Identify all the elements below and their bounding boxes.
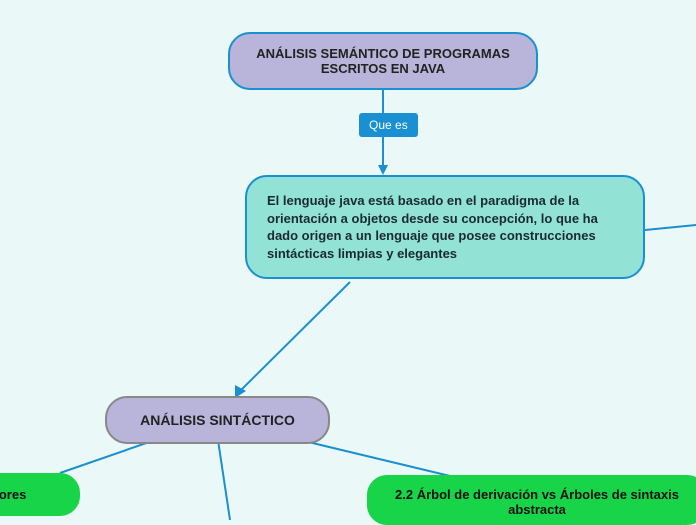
description-node-text: El lenguaje java está basado en el parad… [267, 193, 598, 261]
edge-label-que-es-text: Que es [369, 118, 408, 132]
description-node[interactable]: El lenguaje java está basado en el parad… [245, 175, 645, 279]
adores-node-text: adores [0, 487, 26, 502]
edge-label-que-es: Que es [359, 113, 418, 137]
root-node-title[interactable]: ANÁLISIS SEMÁNTICO DE PROGRAMAS ESCRITOS… [228, 32, 538, 90]
root-node-title-text: ANÁLISIS SEMÁNTICO DE PROGRAMAS ESCRITOS… [256, 46, 510, 76]
arbol-node[interactable]: 2.2 Árbol de derivación vs Árboles de si… [367, 475, 696, 525]
analysis-node-text: ANÁLISIS SINTÁCTICO [140, 412, 295, 428]
arbol-node-text: 2.2 Árbol de derivación vs Árboles de si… [395, 487, 679, 517]
analysis-node[interactable]: ANÁLISIS SINTÁCTICO [105, 396, 330, 444]
adores-node[interactable]: adores [0, 473, 80, 516]
